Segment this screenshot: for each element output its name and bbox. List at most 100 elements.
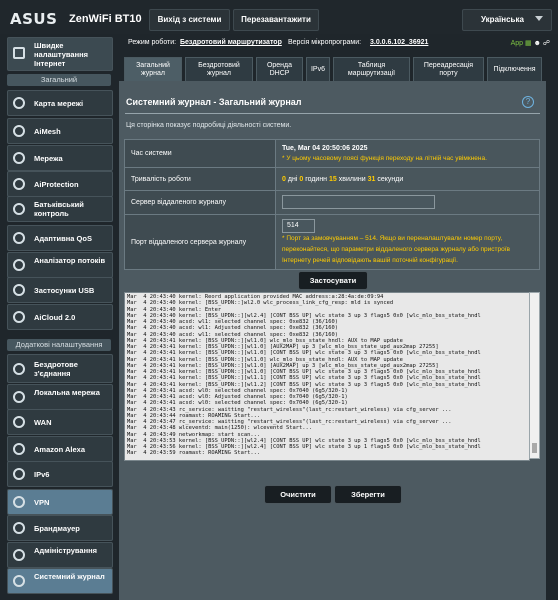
- sidebar-item-label: Карта мережі: [34, 98, 84, 108]
- reboot-button[interactable]: Перезавантажити: [233, 9, 319, 31]
- sidebar-item-label: Мережа: [34, 153, 63, 163]
- sidebar-item-label: AiMesh: [34, 126, 61, 136]
- log-content: Mar 4 20:43:40 kernel: Reord application…: [127, 294, 481, 457]
- sidebar-item-gen-0[interactable]: Карта мережі: [7, 90, 113, 116]
- main-panel: Системний журнал - Загальний журнал ? Ця…: [119, 81, 546, 600]
- system-time-cell: Tue, Mar 04 20:50:06 2025 * У цьому часо…: [275, 139, 540, 168]
- help-icon[interactable]: ?: [522, 96, 534, 108]
- log-scrollbar[interactable]: [529, 292, 540, 459]
- log-icon: [13, 575, 25, 587]
- sidebar-item-label: Бездротове з'єднання: [34, 359, 78, 378]
- sidebar-item-label: Адміністрування: [34, 546, 98, 555]
- app-label[interactable]: App: [511, 40, 523, 47]
- port-note: * Порт за замовчуванням – 514. Якщо ви п…: [282, 235, 510, 264]
- remote-server-input[interactable]: [282, 194, 435, 209]
- sidebar-item-label: Адаптивна QoS: [34, 233, 92, 243]
- remote-port-input[interactable]: 514: [282, 219, 315, 233]
- language-select[interactable]: Українська: [462, 9, 552, 31]
- tab-4[interactable]: Таблиця маршрутизації: [333, 57, 410, 81]
- page-description: Ця сторінка показує подробиці діяльності…: [126, 122, 292, 129]
- firewall-icon: [13, 522, 25, 534]
- page-title: Системний журнал - Загальний журнал: [126, 97, 302, 107]
- sidebar-item-gen-5[interactable]: Адаптивна QoS: [7, 225, 113, 251]
- uptime-value: 0 дні 0 годинн 15 хвилини 31 секунди: [275, 167, 540, 191]
- sidebar-item-label: WAN: [34, 417, 52, 427]
- sidebar-item-gen-3[interactable]: AiProtection: [7, 171, 113, 197]
- sidebar-item-adv-3[interactable]: Amazon Alexa: [7, 436, 113, 462]
- admin-icon: [13, 549, 25, 561]
- dst-note: * У цьому часовому поясі функція переход…: [282, 155, 487, 162]
- usb-icon: [13, 284, 25, 296]
- sidebar-item-adv-4[interactable]: IPv6: [7, 461, 113, 487]
- save-button[interactable]: Зберегти: [334, 485, 402, 504]
- sidebar-item-adv-6[interactable]: Брандмауер: [7, 515, 113, 541]
- tab-2[interactable]: Оренда DHCP: [256, 57, 303, 81]
- remote-port-label: Порт віддаленого сервера журналу: [124, 214, 276, 270]
- sidebar-item-gen-8[interactable]: AiCloud 2.0: [7, 304, 113, 330]
- sidebar-item-adv-0[interactable]: Бездротове з'єднання: [7, 354, 113, 383]
- mode-label: Режим роботи:: [128, 39, 177, 46]
- sidebar-item-label: Аналізатор потоків: [34, 256, 106, 265]
- tab-0[interactable]: Загальний журнал: [124, 57, 182, 81]
- clear-button[interactable]: Очистити: [264, 485, 332, 504]
- uptime-minutes-unit: хвилини: [338, 175, 366, 183]
- status-icons: App ▦ ☻ ☍: [511, 39, 550, 47]
- sidebar-item-adv-1[interactable]: Локальна мережа: [7, 384, 113, 410]
- uptime-hours-unit: годинн: [305, 175, 328, 183]
- sidebar-item-label: Amazon Alexa: [34, 444, 85, 454]
- remote-server-label: Сервер віддаленого журналу: [124, 190, 276, 215]
- usb-icon[interactable]: ☍: [543, 40, 550, 47]
- scroll-thumb[interactable]: [532, 443, 537, 453]
- alexa-icon: [13, 443, 25, 455]
- mode-value-link[interactable]: Бездротовий маршрутизатор: [180, 39, 282, 46]
- qos-icon: [13, 232, 25, 244]
- sidebar-item-label: VPN: [34, 497, 50, 507]
- tab-1[interactable]: Бездротовий журнал: [185, 57, 253, 81]
- logout-button[interactable]: Вихід з системи: [149, 9, 230, 31]
- sidebar-item-label: AiProtection: [34, 179, 79, 189]
- language-value: Українська: [481, 15, 524, 24]
- sidebar-item-label: Системний журнал: [34, 572, 105, 581]
- sidebar-item-adv-2[interactable]: WAN: [7, 409, 113, 435]
- sidebar-item-label: Локальна мережа: [34, 388, 100, 397]
- system-time-value: Tue, Mar 04 20:50:06 2025: [282, 145, 368, 152]
- vpn-icon: [13, 496, 25, 508]
- sidebar-item-adv-8[interactable]: Системний журнал: [7, 568, 113, 594]
- sidebar-item-adv-7[interactable]: Адміністрування: [7, 542, 113, 568]
- tab-3[interactable]: IPv6: [306, 57, 330, 81]
- network-icon: [13, 152, 25, 164]
- globe-icon: [13, 416, 25, 428]
- uptime-days: 0: [282, 175, 286, 183]
- map-icon: [13, 97, 25, 109]
- sidebar-item-gen-7[interactable]: Застосунки USB: [7, 277, 113, 303]
- apply-button[interactable]: Застосувати: [298, 271, 368, 290]
- log-textarea[interactable]: Mar 4 20:43:40 kernel: Reord application…: [124, 292, 530, 461]
- tab-5[interactable]: Переадресація порту: [413, 57, 484, 81]
- sidebar-section-advanced: Додаткові налаштування: [7, 339, 111, 351]
- uptime-days-unit: дні: [287, 175, 298, 183]
- sidebar: Швидке налаштування Інтернет Загальний К…: [0, 34, 117, 600]
- wizard-icon: [13, 47, 25, 59]
- uptime-seconds: 31: [367, 175, 376, 183]
- sidebar-item-quick-setup[interactable]: Швидке налаштування Інтернет: [7, 37, 113, 71]
- firmware-version-link[interactable]: 3.0.0.6.102_36921: [370, 39, 428, 46]
- system-time-label: Час системи: [124, 139, 276, 168]
- uptime-seconds-unit: секунди: [377, 175, 404, 183]
- sidebar-item-gen-2[interactable]: Мережа: [7, 145, 113, 171]
- aimesh-icon: [13, 125, 25, 137]
- settings-table: Час системи Tue, Mar 04 20:50:06 2025 * …: [124, 139, 540, 270]
- tab-6[interactable]: Підключення: [487, 57, 542, 81]
- firmware-label: Версія мікропрограми:: [288, 39, 362, 46]
- sidebar-item-label: Застосунки USB: [34, 285, 95, 295]
- qr-icon[interactable]: ▦: [525, 40, 532, 47]
- asus-logo: ASUS: [10, 10, 58, 28]
- sidebar-item-gen-4[interactable]: Батьківський контроль: [7, 196, 113, 222]
- sidebar-item-label: AiCloud 2.0: [34, 312, 76, 322]
- sidebar-section-general: Загальний: [7, 74, 111, 86]
- sidebar-item-gen-6[interactable]: Аналізатор потоків: [7, 252, 113, 278]
- remote-port-cell: 514 * Порт за замовчуванням – 514. Якщо …: [275, 214, 540, 270]
- sidebar-item-adv-5[interactable]: VPN: [7, 489, 113, 515]
- shield-icon: [13, 178, 25, 190]
- user-icon[interactable]: ☻: [534, 40, 541, 47]
- sidebar-item-gen-1[interactable]: AiMesh: [7, 118, 113, 144]
